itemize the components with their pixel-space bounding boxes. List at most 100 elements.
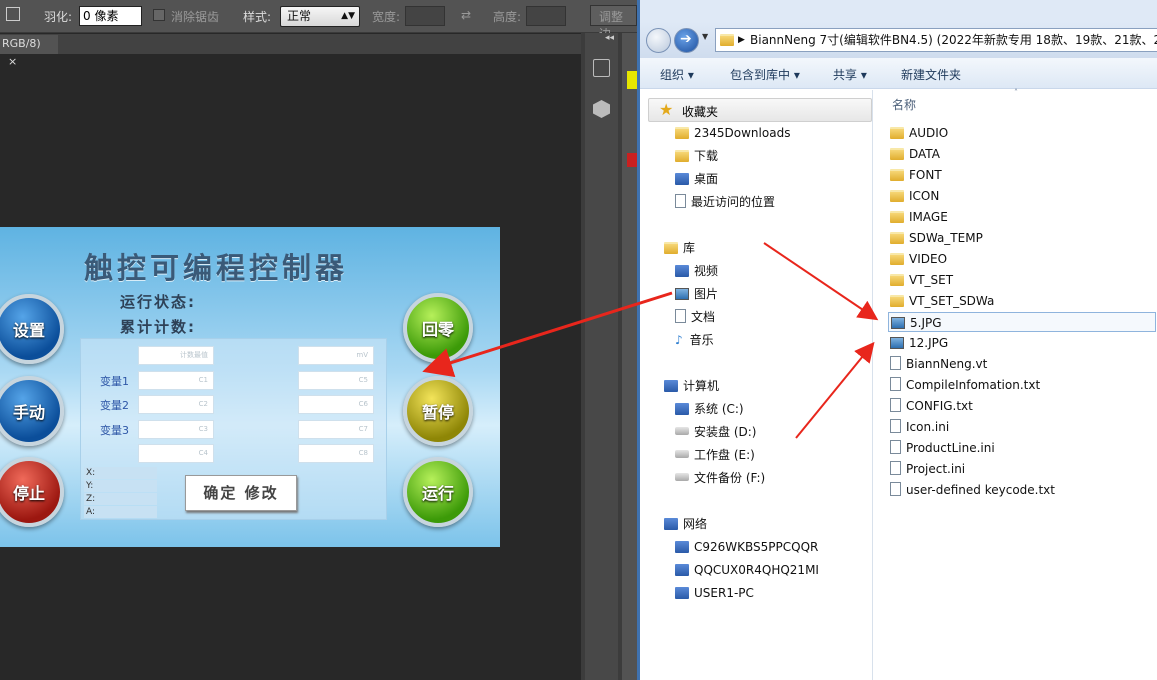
count-max-field[interactable]: 计数最值 bbox=[138, 346, 214, 365]
nav-item-music[interactable]: ♪ 音乐 bbox=[675, 330, 714, 350]
nav-item-recent-places[interactable]: 最近访问的位置 bbox=[675, 192, 775, 212]
nav-item-libraries[interactable]: 库 bbox=[664, 238, 695, 258]
file-row[interactable]: VT_SET_SDWa2 bbox=[888, 291, 1156, 311]
explorer-window: ➔ ▼ ▶ BiannNeng 7寸(编辑软件BN4.5) (2022年新款专用… bbox=[637, 0, 1157, 680]
collapsed-panel-column: ◂◂ bbox=[585, 33, 618, 680]
refine-edge-button[interactable]: 调整边 bbox=[590, 5, 637, 41]
nav-item-desktop[interactable]: 桌面 bbox=[675, 169, 718, 189]
share-button[interactable]: 共享 ▾ bbox=[833, 66, 867, 83]
c7-field[interactable]: C7 bbox=[298, 420, 374, 439]
file-row[interactable]: 12.JPG2 bbox=[888, 333, 1156, 353]
image-file-icon bbox=[890, 337, 904, 349]
history-panel-icon[interactable] bbox=[593, 59, 610, 77]
file-row[interactable]: SDWa_TEMP2 bbox=[888, 228, 1156, 248]
file-row[interactable]: VT_SET2 bbox=[888, 270, 1156, 290]
antialias-checkbox[interactable] bbox=[153, 9, 165, 21]
file-row[interactable]: ProductLine.ini2 bbox=[888, 438, 1156, 458]
file-row[interactable]: Icon.ini2 bbox=[888, 417, 1156, 437]
c5-field[interactable]: C5 bbox=[298, 371, 374, 390]
nav-item-drive-f[interactable]: 文件备份 (F:) bbox=[675, 468, 765, 488]
mv-field[interactable]: mV bbox=[298, 346, 374, 365]
stop-button[interactable]: 停止 bbox=[0, 457, 64, 527]
new-folder-button[interactable]: 新建文件夹 bbox=[901, 66, 961, 83]
file-name: DATA bbox=[909, 147, 940, 161]
file-name: ProductLine.ini bbox=[906, 441, 995, 455]
close-icon[interactable]: × bbox=[8, 55, 17, 68]
file-name: Icon.ini bbox=[906, 420, 950, 434]
width-input[interactable] bbox=[405, 6, 445, 26]
width-label: 宽度: bbox=[372, 10, 401, 24]
nav-item-drive-d[interactable]: 安装盘 (D:) bbox=[675, 422, 756, 442]
marquee-tool-icon[interactable] bbox=[6, 7, 20, 21]
swap-icon[interactable]: ⇄ bbox=[461, 8, 471, 22]
nav-item-downloads[interactable]: 下载 bbox=[675, 146, 718, 166]
nav-label: QQCUX0R4QHQ21MI bbox=[694, 563, 819, 577]
home-button[interactable]: 回零 bbox=[403, 293, 473, 363]
nav-item-drive-c[interactable]: 系统 (C:) bbox=[675, 399, 744, 419]
manual-button[interactable]: 手动 bbox=[0, 376, 64, 446]
run-button[interactable]: 运行 bbox=[403, 457, 473, 527]
nav-item-network-pc2[interactable]: QQCUX0R4QHQ21MI bbox=[675, 560, 819, 580]
3d-panel-icon[interactable] bbox=[593, 100, 610, 118]
nav-item-videos[interactable]: 视频 bbox=[675, 261, 718, 281]
axis-x-readout: X: bbox=[84, 467, 157, 479]
confirm-modify-button[interactable]: 确定 修改 bbox=[185, 475, 297, 511]
drive-icon bbox=[675, 427, 689, 435]
nav-label: USER1-PC bbox=[694, 586, 754, 600]
network-icon bbox=[664, 518, 678, 530]
folder-icon bbox=[890, 274, 904, 286]
pause-button[interactable]: 暂停 bbox=[403, 376, 473, 446]
c2-field[interactable]: C2 bbox=[138, 395, 214, 414]
nav-item-2345downloads[interactable]: 2345Downloads bbox=[675, 123, 790, 143]
breadcrumb-separator-icon: ▶ bbox=[738, 35, 745, 45]
color-swatch[interactable] bbox=[627, 71, 637, 89]
nav-item-network-pc3[interactable]: USER1-PC bbox=[675, 583, 754, 603]
back-button[interactable] bbox=[646, 28, 671, 53]
column-header-name[interactable]: 名称 bbox=[892, 96, 916, 113]
style-select[interactable]: 正常 ▲▼ bbox=[280, 6, 360, 27]
forward-button[interactable]: ➔ bbox=[674, 28, 699, 53]
height-input[interactable] bbox=[526, 6, 566, 26]
c3-field[interactable]: C3 bbox=[138, 420, 214, 439]
organize-button[interactable]: 组织 ▾ bbox=[660, 66, 694, 83]
recent-pages-chevron-icon[interactable]: ▼ bbox=[702, 32, 708, 41]
address-field[interactable]: ▶ BiannNeng 7寸(编辑软件BN4.5) (2022年新款专用 18款… bbox=[715, 28, 1157, 52]
file-row[interactable]: Project.ini2 bbox=[888, 459, 1156, 479]
include-in-library-button[interactable]: 包含到库中 ▾ bbox=[730, 66, 800, 83]
nav-item-computer[interactable]: 计算机 bbox=[664, 376, 719, 396]
file-row[interactable]: AUDIO2 bbox=[888, 123, 1156, 143]
axis-a-readout: A: bbox=[84, 506, 157, 518]
file-row[interactable]: user-defined keycode.txt2 bbox=[888, 480, 1156, 500]
file-row[interactable]: FONT2 bbox=[888, 165, 1156, 185]
file-row[interactable]: DATA2 bbox=[888, 144, 1156, 164]
c1-field[interactable]: C1 bbox=[138, 371, 214, 390]
nav-item-drive-e[interactable]: 工作盘 (E:) bbox=[675, 445, 755, 465]
style-label: 样式: bbox=[243, 10, 272, 24]
c4-field[interactable]: C4 bbox=[138, 444, 214, 463]
settings-file-icon bbox=[890, 419, 901, 433]
collapse-panels-button[interactable]: ◂◂ bbox=[605, 33, 614, 43]
nav-item-documents[interactable]: 文档 bbox=[675, 307, 715, 327]
file-row[interactable]: ICON2 bbox=[888, 186, 1156, 206]
file-row[interactable]: CONFIG.txt2 bbox=[888, 396, 1156, 416]
photoshop-window: 羽化: 0 像素 消除锯齿 样式: 正常 ▲▼ 宽度: ⇄ 高度: 调整边 RGB… bbox=[0, 0, 637, 680]
file-row[interactable]: VIDEO2 bbox=[888, 249, 1156, 269]
file-row[interactable]: BiannNeng.vt2 bbox=[888, 354, 1156, 374]
folder-icon bbox=[890, 211, 904, 223]
height-label: 高度: bbox=[493, 10, 522, 24]
style-value: 正常 bbox=[287, 9, 312, 23]
favorites-header[interactable]: ★ 收藏夹 bbox=[648, 98, 872, 122]
nav-item-network[interactable]: 网络 bbox=[664, 514, 707, 534]
red-swatch[interactable] bbox=[627, 153, 637, 167]
document-tab[interactable]: RGB/8) × bbox=[0, 35, 58, 68]
nav-item-pictures[interactable]: 图片 bbox=[675, 284, 718, 304]
settings-button[interactable]: 设置 bbox=[0, 294, 64, 364]
file-row[interactable]: 5.JPG2 bbox=[888, 312, 1156, 332]
feather-input[interactable]: 0 像素 bbox=[79, 6, 142, 26]
file-name: AUDIO bbox=[909, 126, 949, 140]
nav-item-network-pc1[interactable]: C926WKBS5PPCQQR bbox=[675, 537, 818, 557]
file-row[interactable]: CompileInfomation.txt2 bbox=[888, 375, 1156, 395]
c6-field[interactable]: C6 bbox=[298, 395, 374, 414]
c8-field[interactable]: C8 bbox=[298, 444, 374, 463]
file-row[interactable]: IMAGE2 bbox=[888, 207, 1156, 227]
